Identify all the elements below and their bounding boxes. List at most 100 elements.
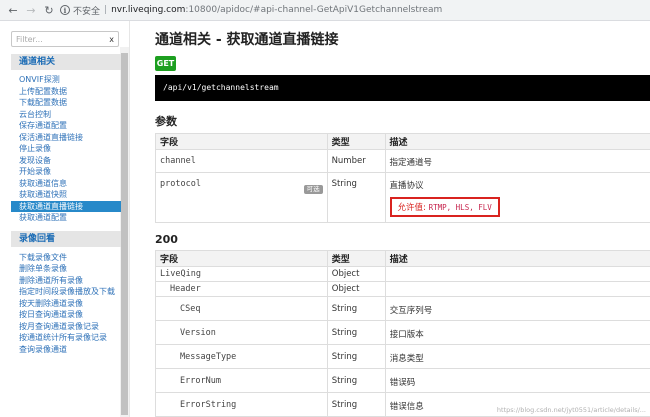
param-field: protocol (160, 179, 201, 189)
url-text[interactable]: nvr.liveqing.com:10800/apidoc/#api-chann… (111, 5, 442, 15)
nav-item[interactable]: ONVIF探测 (11, 74, 121, 86)
nav-item[interactable]: 保存通道配置 (11, 120, 121, 132)
nav-item[interactable]: 云台控制 (11, 109, 121, 121)
page-title: 通道相关 - 获取通道直播链接 (155, 32, 339, 48)
nav-item[interactable]: 删除通道所有录像 (11, 275, 121, 287)
nav-group-header[interactable]: 录像回看 (11, 230, 121, 247)
response-type: String (326, 344, 386, 369)
response-field: Header (155, 281, 328, 297)
params-header-row: 字段 类型 描述 (155, 133, 650, 150)
response-field: Version (155, 320, 328, 345)
nav-item[interactable]: 按通道统计所有录像记录 (11, 332, 121, 344)
url-separator: | (104, 5, 108, 15)
params-header-desc: 描述 (384, 133, 650, 150)
response-desc (384, 266, 650, 282)
param-field-cell: protocol 可选 (155, 172, 328, 223)
response-header-field: 字段 (155, 250, 328, 267)
nav-item[interactable]: 获取通道配置 (11, 212, 121, 224)
back-arrow-icon[interactable]: ← (4, 1, 22, 19)
response-type: Object (326, 266, 386, 282)
sidebar-scrollbar[interactable] (120, 47, 129, 417)
table-row: CSeq String 交互序列号 (155, 296, 650, 321)
table-row: LiveQing Object (155, 266, 650, 282)
response-desc: 接口版本 (384, 320, 650, 345)
response-desc: 错误码 (384, 368, 650, 393)
response-desc: 消息类型 (384, 344, 650, 369)
nav-item[interactable]: 按月查询通道录像记录 (11, 321, 121, 333)
table-row: MessageType String 消息类型 (155, 344, 650, 369)
response-table: 字段 类型 描述 LiveQing Object Header Object CSeq S… (155, 250, 650, 417)
param-field: channel (155, 149, 328, 173)
filter-box: x (11, 31, 119, 47)
params-header-type: 类型 (326, 133, 386, 150)
address-bar[interactable]: i 不安全 | nvr.liveqing.com:10800/apidoc/#a… (60, 2, 442, 19)
method-badge: GET (155, 56, 176, 71)
param-desc: 指定通道号 (384, 149, 650, 173)
param-desc: 直播协议 (389, 181, 424, 191)
response-field: CSeq (155, 296, 328, 321)
nav-item[interactable]: 获取通道直播链接 (11, 200, 121, 212)
param-type: Number (326, 149, 386, 173)
response-header-type: 类型 (326, 250, 386, 267)
nav-item[interactable]: 保活通道直播链接 (11, 132, 121, 144)
nav-item[interactable]: 指定时间段录像播放及下载 (11, 286, 121, 298)
nav-item[interactable]: 发现设备 (11, 155, 121, 167)
allowed-values: RTMP, HLS, FLV (428, 203, 492, 212)
response-type: String (326, 368, 386, 393)
response-type: String (326, 320, 386, 345)
nav-item[interactable]: 下载配置数据 (11, 97, 121, 109)
scrollbar-thumb[interactable] (121, 53, 128, 415)
table-row: ErrorNum String 错误码 (155, 368, 650, 393)
table-row: protocol 可选 String 直播协议 允许值: RTMP, HLS, … (155, 172, 650, 223)
nav-item[interactable]: 停止录像 (11, 143, 121, 155)
browser-toolbar: ← → ↻ i 不安全 | nvr.liveqing.com:10800/api… (0, 0, 650, 21)
nav-list: 通道相关 ONVIF探测 上传配置数据 下载配置数据 云台控制 保存通道配置 保活通道直播链… (11, 54, 121, 355)
nav-item[interactable]: 获取通道信息 (11, 178, 121, 190)
params-title: 参数 (155, 115, 177, 128)
nav-item[interactable]: 按天删除通道录像 (11, 298, 121, 310)
table-row: channel Number 指定通道号 (155, 149, 650, 173)
nav-item[interactable]: 开始录像 (11, 166, 121, 178)
response-title: 200 (155, 233, 178, 246)
nav-item[interactable]: 上传配置数据 (11, 86, 121, 98)
response-header-row: 字段 类型 描述 (155, 250, 650, 267)
allowed-values-highlight: 允许值: RTMP, HLS, FLV (389, 197, 500, 217)
table-row: Header Object (155, 281, 650, 297)
endpoint-path: /api/v1/getchannelstream (155, 75, 650, 101)
main-content: 通道相关 - 获取通道直播链接 GET /api/v1/getchannelst… (130, 21, 650, 417)
param-desc-cell: 直播协议 允许值: RTMP, HLS, FLV (384, 172, 650, 223)
nav-item[interactable]: 按日查询通道录像 (11, 309, 121, 321)
nav-item[interactable]: 查询录像通道 (11, 344, 121, 356)
nav-gap (11, 224, 121, 231)
param-type: String (326, 172, 386, 223)
response-desc (384, 281, 650, 297)
url-host: nvr.liveqing.com (111, 5, 186, 15)
sidebar: x 通道相关 ONVIF探测上传配置数据下载配置数据云台控制保存通道配置保活通道直… (0, 21, 130, 417)
response-type: Object (326, 281, 386, 297)
security-label: 不安全 (73, 6, 101, 17)
nav-item[interactable]: 删除单条录像 (11, 263, 121, 275)
filter-input[interactable] (16, 34, 110, 44)
info-icon[interactable]: i (60, 5, 70, 15)
url-path: :10800/apidoc/#api-channel-GetApiV1Getch… (185, 5, 443, 15)
response-field: ErrorString (155, 392, 328, 417)
params-table: 字段 类型 描述 channel Number 指定通道号 protocol 可… (155, 133, 650, 223)
reload-icon[interactable]: ↻ (40, 1, 58, 19)
response-type: String (326, 392, 386, 417)
response-desc: 交互序列号 (384, 296, 650, 321)
filter-clear-button[interactable]: x (109, 35, 114, 44)
response-field: ErrorNum (155, 368, 328, 393)
nav-item[interactable]: 下载录像文件 (11, 252, 121, 264)
table-row: Version String 接口版本 (155, 320, 650, 345)
forward-arrow-icon[interactable]: → (22, 1, 40, 19)
optional-badge: 可选 (303, 185, 323, 194)
response-type: String (326, 296, 386, 321)
response-field: MessageType (155, 344, 328, 369)
nav-group-header[interactable]: 通道相关 (11, 54, 121, 70)
response-field: LiveQing (155, 266, 328, 282)
allowed-label: 允许值: (397, 203, 426, 213)
nav-item[interactable]: 获取通道快照 (11, 189, 121, 201)
watermark: https://blog.csdn.net/jyt0551/article/de… (496, 406, 646, 414)
params-header-field: 字段 (155, 133, 328, 150)
response-header-desc: 描述 (384, 250, 650, 267)
